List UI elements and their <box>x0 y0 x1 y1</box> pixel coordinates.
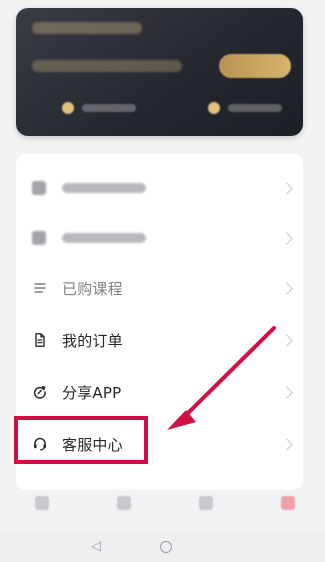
share-icon <box>32 384 48 400</box>
tab-placeholder[interactable] <box>18 496 66 524</box>
chevron-right-icon <box>280 334 293 347</box>
menu-item-my-orders[interactable]: 我的订单 <box>16 314 303 366</box>
tab-icon <box>281 496 295 510</box>
chevron-right-icon <box>280 282 293 295</box>
card-right-icon <box>208 102 220 114</box>
home-circle <box>160 541 172 553</box>
card-left-text-placeholder <box>82 104 136 112</box>
back-icon[interactable]: ◁ <box>89 540 103 554</box>
menu-item-label: 分享APP <box>62 383 122 402</box>
menu-item-label: 已购课程 <box>62 279 123 298</box>
card-bottom-actions <box>16 98 303 118</box>
document-icon <box>32 332 48 348</box>
menu-item-placeholder[interactable] <box>16 212 303 264</box>
placeholder-label <box>62 233 146 243</box>
bottom-tab-bar <box>0 490 325 530</box>
tab-placeholder[interactable] <box>182 496 230 524</box>
card-left-action[interactable] <box>62 98 136 118</box>
placeholder-icon <box>32 231 46 245</box>
card-left-icon <box>62 102 74 114</box>
chevron-right-icon <box>280 386 293 399</box>
menu-item-placeholder[interactable] <box>16 162 303 214</box>
menu-item-purchased-courses[interactable]: 已购课程 <box>16 262 303 314</box>
chevron-right-icon <box>280 438 293 451</box>
highlight-box <box>14 416 148 464</box>
system-nav-bar: ◁ <box>0 532 325 562</box>
card-right-text-placeholder <box>228 104 282 112</box>
tab-icon <box>199 496 213 510</box>
chevron-right-icon <box>280 232 293 245</box>
tab-label-placeholder <box>100 514 148 524</box>
tab-icon <box>35 496 49 510</box>
menu-item-label: 我的订单 <box>62 331 123 350</box>
tab-label-placeholder <box>264 514 312 524</box>
menu-item-share-app[interactable]: 分享APP <box>16 366 303 418</box>
tab-label-placeholder <box>182 514 230 524</box>
membership-card[interactable] <box>16 8 303 136</box>
card-right-action[interactable] <box>208 98 282 118</box>
tab-label-placeholder <box>18 514 66 524</box>
placeholder-icon <box>32 181 46 195</box>
chevron-right-icon <box>280 182 293 195</box>
tab-placeholder[interactable] <box>264 496 312 524</box>
card-title-placeholder <box>32 22 142 34</box>
tab-placeholder[interactable] <box>100 496 148 524</box>
list-icon <box>32 280 48 296</box>
card-action-button[interactable] <box>219 54 291 78</box>
home-icon[interactable] <box>159 540 173 554</box>
placeholder-label <box>62 183 146 193</box>
card-subtitle-placeholder <box>32 60 182 72</box>
tab-icon <box>117 496 131 510</box>
